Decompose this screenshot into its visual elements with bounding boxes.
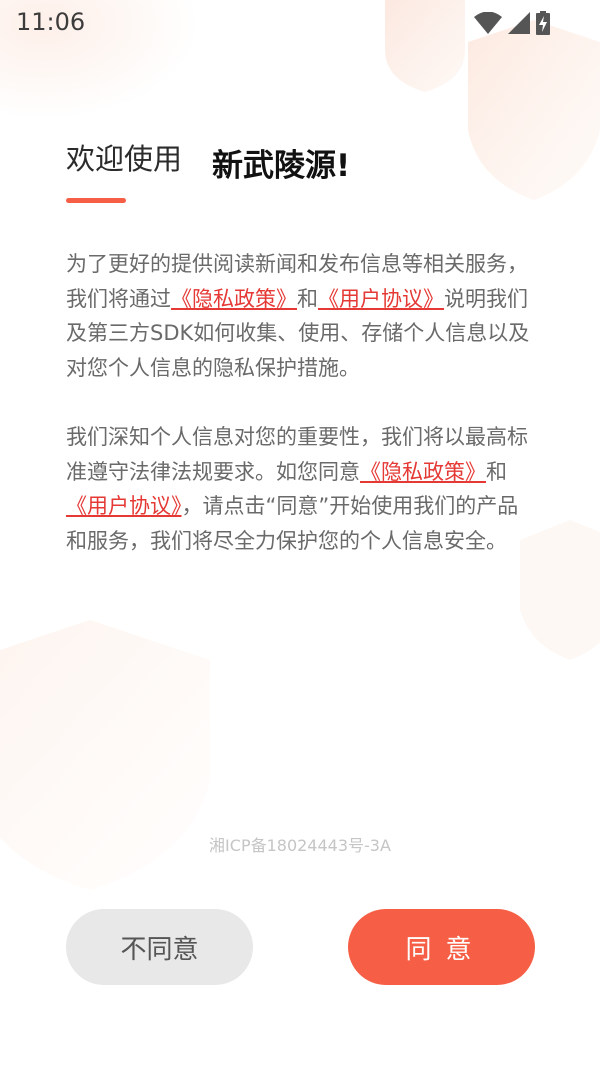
status-bar: 11:06 — [0, 0, 600, 46]
title-underline-accent — [66, 198, 126, 203]
user-agreement-link[interactable]: 《用户协议》 — [66, 494, 182, 518]
privacy-paragraph-1: 为了更好的提供阅读新闻和发布信息等相关服务，我们将通过《隐私政策》和《用户协议》… — [66, 247, 536, 385]
privacy-policy-link[interactable]: 《隐私政策》 — [171, 287, 297, 311]
wifi-icon — [474, 12, 502, 34]
privacy-consent-screen: 11:06 欢迎使用 新武陵源! 为了更好的提供阅读新闻和发布信息等相关服务，我… — [0, 0, 600, 1066]
welcome-text: 欢迎使用 — [66, 142, 183, 176]
disagree-button[interactable]: 不同意 — [66, 909, 253, 985]
status-icons — [474, 8, 550, 38]
paragraph-text: 和 — [486, 459, 507, 484]
icp-registration-text: 湘ICP备18024443号-3A — [209, 836, 391, 855]
privacy-policy-link[interactable]: 《隐私政策》 — [360, 460, 486, 484]
paragraph-text: 和 — [297, 286, 318, 311]
agree-button[interactable]: 同意 — [348, 909, 535, 985]
user-agreement-link[interactable]: 《用户协议》 — [318, 287, 444, 311]
battery-charging-icon — [536, 11, 550, 35]
background-shield-decoration — [468, 20, 600, 200]
privacy-paragraph-2: 我们深知个人信息对您的重要性，我们将以最高标准遵守法律法规要求。如您同意《隐私政… — [66, 420, 536, 558]
status-time: 11:06 — [16, 8, 86, 36]
app-name-title: 新武陵源! — [212, 148, 351, 184]
cellular-signal-icon — [508, 12, 530, 34]
